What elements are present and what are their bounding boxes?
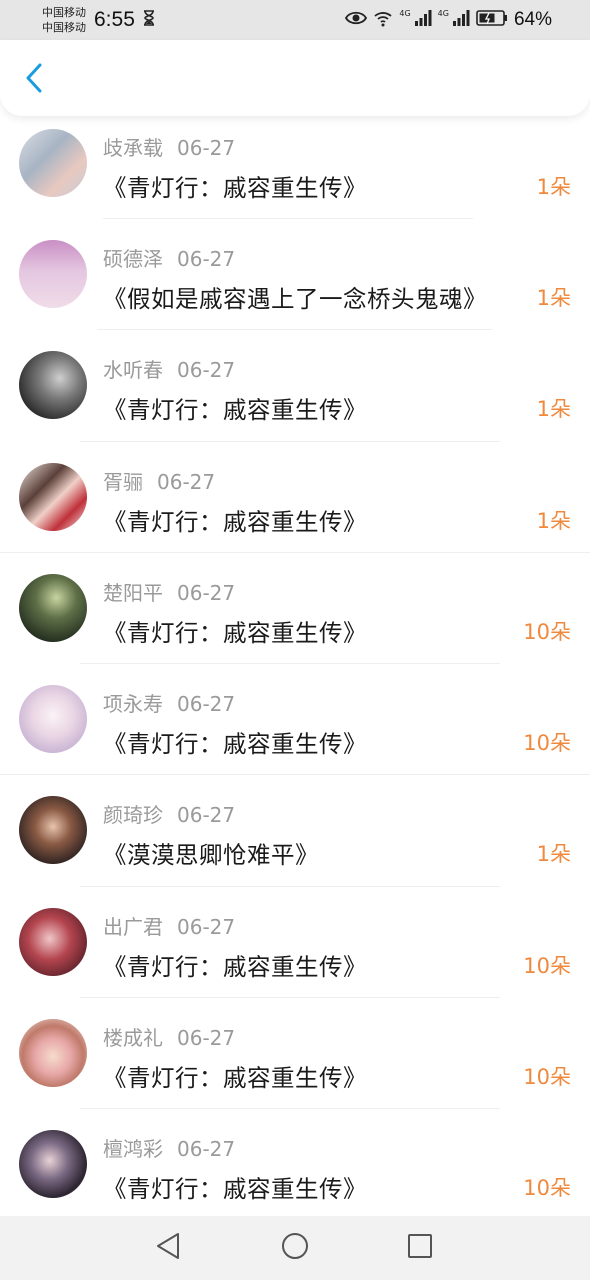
signal-1-icon (414, 10, 432, 30)
book-title[interactable]: 《青灯行：戚容重生传》 (103, 503, 367, 537)
signal-2-icon (452, 10, 470, 30)
gift-amount: 1朵 (536, 508, 571, 533)
gift-date: 06-27 (177, 580, 236, 605)
user-name: 楼成礼 (103, 1026, 163, 1051)
user-name: 歧承载 (103, 136, 163, 160)
book-title[interactable]: 《青灯行：戚容重生传》 (103, 391, 367, 425)
list-item[interactable]: 楼成礼 06-27 《青灯行：戚容重生传》 10朵 (0, 998, 590, 1110)
gift-date: 06-27 (177, 1137, 236, 1162)
list-item[interactable]: 胥骊 06-27 《青灯行：戚容重生传》 1朵 (0, 442, 590, 553)
user-name: 项永寿 (103, 692, 163, 717)
carrier-info: 中国移动 中国移动 (42, 5, 86, 35)
gift-amount: 10朵 (523, 1176, 571, 1201)
book-title[interactable]: 《青灯行：戚容重生传》 (103, 1170, 367, 1204)
hourglass-icon (143, 10, 155, 30)
gift-date: 06-27 (177, 914, 236, 939)
gift-amount: 1朵 (536, 842, 571, 867)
gift-date: 06-27 (177, 247, 236, 271)
book-title[interactable]: 《青灯行：戚容重生传》 (103, 725, 367, 759)
book-title[interactable]: 《青灯行：戚容重生传》 (103, 169, 367, 203)
status-bar: 中国移动 中国移动 6:55 4G 4G 64% (0, 0, 590, 40)
list-item[interactable]: 歧承载 06-27 《青灯行：戚容重生传》 1朵 (0, 116, 590, 219)
avatar (19, 129, 87, 197)
gift-date: 06-27 (177, 1026, 236, 1051)
gift-amount: 10朵 (523, 1065, 571, 1090)
gift-date: 06-27 (177, 358, 236, 383)
book-title[interactable]: 《青灯行：戚容重生传》 (103, 948, 367, 982)
avatar (19, 907, 87, 976)
gift-amount: 10朵 (523, 953, 571, 978)
gift-record-list[interactable]: 歧承载 06-27 《青灯行：戚容重生传》 1朵 硕德泽 06-27 《假如是戚容遇… (0, 116, 590, 1216)
wifi-icon (373, 9, 393, 31)
list-item[interactable]: 出广君 06-27 《青灯行：戚容重生传》 10朵 (0, 887, 590, 999)
nav-back-button[interactable] (152, 1232, 184, 1264)
top-header (0, 40, 590, 116)
list-item[interactable]: 楚阳平 06-27 《青灯行：戚容重生传》 10朵 (0, 553, 590, 665)
battery-percent: 64% (513, 9, 552, 30)
system-nav-bar (0, 1216, 590, 1280)
gift-amount: 10朵 (523, 731, 571, 756)
gift-date: 06-27 (177, 692, 236, 717)
avatar (19, 1019, 87, 1088)
gift-amount: 1朵 (536, 175, 571, 199)
gift-amount: 1朵 (536, 397, 571, 422)
eye-icon (345, 10, 368, 30)
avatar (19, 240, 87, 308)
gift-date: 06-27 (157, 469, 216, 494)
user-name: 颜琦珍 (103, 803, 163, 828)
carrier-1: 中国移动 (42, 6, 86, 19)
nav-recents-button[interactable] (404, 1232, 436, 1264)
circle-home-icon (281, 1232, 309, 1264)
list-item[interactable]: 硕德泽 06-27 《假如是戚容遇上了一念桥头鬼魂》 1朵 (0, 219, 590, 331)
gift-amount: 10朵 (523, 619, 571, 644)
avatar (19, 796, 87, 865)
user-name: 水听春 (103, 358, 163, 383)
avatar (19, 1130, 87, 1199)
book-title[interactable]: 《漠漠思卿怆难平》 (103, 836, 319, 870)
book-title[interactable]: 《青灯行：戚容重生传》 (103, 614, 367, 648)
list-item[interactable]: 项永寿 06-27 《青灯行：戚容重生传》 10朵 (0, 664, 590, 776)
triangle-back-icon (155, 1232, 181, 1264)
status-time: 6:55 (94, 8, 135, 31)
avatar (19, 685, 87, 754)
list-item[interactable]: 颜琦珍 06-27 《漠漠思卿怆难平》 1朵 (0, 775, 590, 887)
nav-home-button[interactable] (279, 1232, 311, 1264)
avatar (19, 351, 87, 420)
book-title[interactable]: 《假如是戚容遇上了一念桥头鬼魂》 (103, 280, 487, 314)
user-name: 胥骊 (103, 469, 143, 494)
gift-amount: 1朵 (536, 286, 571, 310)
list-item[interactable]: 水听春 06-27 《青灯行：戚容重生传》 1朵 (0, 330, 590, 442)
user-name: 楚阳平 (103, 580, 163, 605)
chevron-left-icon (25, 63, 43, 97)
user-name: 出广君 (103, 914, 163, 939)
signal-1-label: 4G (399, 8, 411, 18)
avatar (19, 462, 87, 531)
signal-2-label: 4G (437, 8, 449, 18)
book-title[interactable]: 《青灯行：戚容重生传》 (103, 1059, 367, 1093)
carrier-2: 中国移动 (42, 21, 86, 34)
back-button[interactable] (18, 62, 50, 98)
user-name: 檀鸿彩 (103, 1137, 163, 1162)
list-item[interactable]: 檀鸿彩 06-27 《青灯行：戚容重生传》 10朵 (0, 1109, 590, 1216)
gift-date: 06-27 (177, 136, 236, 160)
square-recents-icon (407, 1233, 433, 1263)
battery-icon (476, 10, 508, 30)
user-name: 硕德泽 (103, 247, 163, 271)
avatar (19, 573, 87, 642)
gift-date: 06-27 (177, 803, 236, 828)
